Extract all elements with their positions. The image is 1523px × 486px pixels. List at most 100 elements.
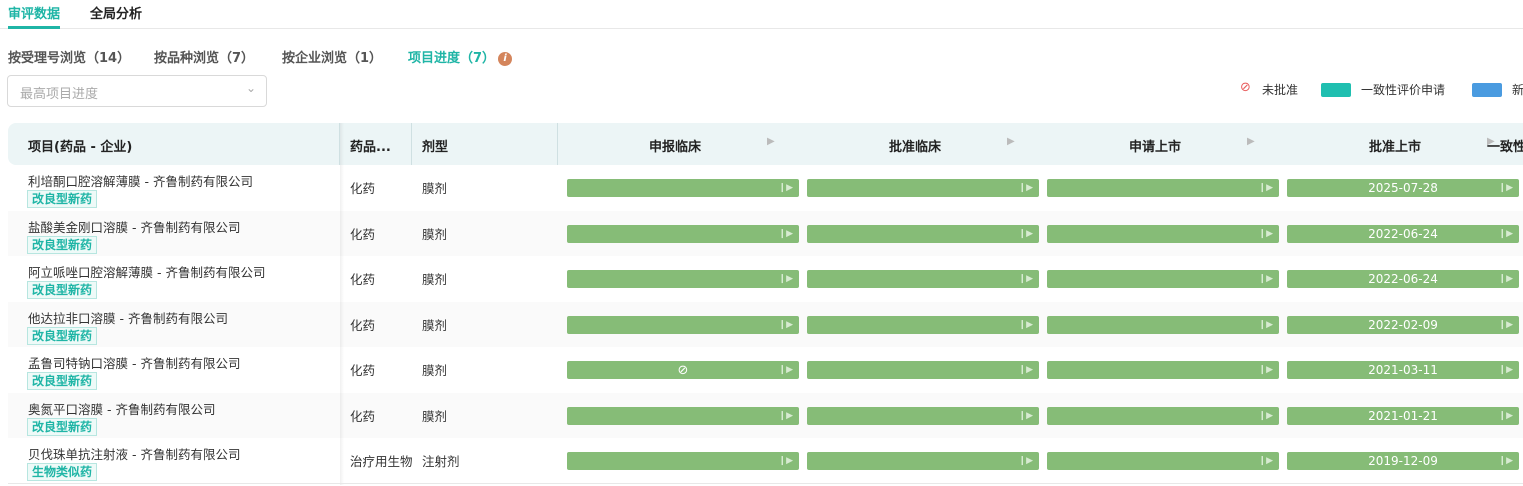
col-stage-4: 一致性 — [1487, 140, 1523, 155]
play-arrow-icon: ❙▶ — [1498, 319, 1513, 330]
info-icon[interactable]: i — [498, 52, 513, 66]
project-name[interactable]: 盐酸美金刚口溶膜 - 齐鲁制药有限公司 — [28, 217, 240, 236]
project-name[interactable]: 贝伐珠单抗注射液 - 齐鲁制药有限公司 — [28, 444, 240, 463]
play-arrow-icon: ❙▶ — [1258, 319, 1273, 330]
col-stage-3: 批准上市 — [1368, 140, 1422, 155]
category-tag: 改良型新药 — [27, 235, 98, 254]
col-stage-1: 批准临床 — [888, 140, 942, 155]
dosage-form: 膜剂 — [422, 317, 448, 333]
fixed-column-shadow — [340, 123, 344, 485]
col-dosage[interactable]: 剂型 — [422, 136, 448, 155]
ban-icon: ⊘ — [677, 363, 689, 378]
category-tag: 改良型新药 — [27, 372, 98, 390]
subtab-by-company[interactable]: 按企业浏览（1） — [282, 47, 382, 66]
select-placeholder: 最高项目进度 — [20, 87, 99, 102]
progress-bar-stage-2[interactable]: ❙▶ — [1047, 224, 1279, 243]
progress-bar-stage-0[interactable]: ❙▶ — [567, 315, 799, 334]
legend-label-consistency: 一致性评价申请 — [1361, 83, 1446, 97]
dosage-form: 膜剂 — [422, 363, 448, 378]
progress-bar-stage-1[interactable]: ❙▶ — [807, 452, 1039, 470]
progress-bar-stage-0[interactable]: ❙▶ — [567, 224, 799, 243]
table-row[interactable]: 盐酸美金刚口溶膜 - 齐鲁制药有限公司 改良型新药 化药 膜剂 ❙▶ ❙▶ ❙▶ 20… — [8, 210, 1523, 256]
dosage-form: 膜剂 — [422, 272, 448, 287]
progress-bar-stage-3[interactable]: 2022-06-24 ❙▶ — [1287, 224, 1519, 243]
table-row[interactable]: 孟鲁司特钠口溶膜 - 齐鲁制药有限公司 改良型新药 化药 膜剂 ⊘ ❙▶ ❙▶ ❙▶ 2… — [8, 347, 1523, 393]
project-name[interactable]: 奥氮平口溶膜 - 齐鲁制药有限公司 — [28, 399, 215, 418]
progress-bar-stage-3[interactable]: 2021-01-21 ❙▶ — [1287, 406, 1519, 425]
play-arrow-icon: ❙▶ — [1498, 228, 1513, 239]
play-arrow-icon: ❙▶ — [1018, 456, 1033, 466]
play-arrow-icon: ❙▶ — [1018, 183, 1033, 193]
progress-bar-stage-3[interactable]: 2019-12-09 ❙▶ — [1287, 452, 1519, 470]
subtab-by-acceptance[interactable]: 按受理号浏览（14） — [8, 47, 130, 66]
ban-icon: ⊘ — [1240, 80, 1251, 95]
dosage-form: 注射剂 — [422, 454, 460, 469]
table-row[interactable]: 奥氮平口溶膜 - 齐鲁制药有限公司 改良型新药 化药 膜剂 ❙▶ ❙▶ ❙▶ 2021… — [8, 392, 1523, 438]
divider — [411, 123, 412, 165]
table-bottom-border — [8, 483, 1523, 484]
subtab-by-variety[interactable]: 按品种浏览（7） — [154, 47, 254, 66]
col-stage-2: 申请上市 — [1128, 140, 1182, 155]
table-header: 项目(药品 - 企业) 药品... 剂型 申报临床 ▶ 批准临床 ▶ 申请上市 ▶ 批准上市… — [8, 123, 1523, 165]
tab-review-data[interactable]: 审评数据 — [8, 3, 61, 29]
play-arrow-icon: ❙▶ — [1258, 274, 1273, 284]
progress-bar-stage-3[interactable]: 2022-06-24 ❙▶ — [1287, 270, 1519, 288]
play-arrow-icon: ❙▶ — [1258, 183, 1273, 193]
stage-date: 2022-06-24 — [1368, 272, 1438, 286]
progress-bar-stage-1[interactable]: ❙▶ — [807, 270, 1039, 288]
play-arrow-icon: ❙▶ — [778, 410, 793, 421]
progress-bar-stage-1[interactable]: ❙▶ — [807, 406, 1039, 425]
subtab-project-progress[interactable]: 项目进度（7） i — [408, 47, 513, 66]
progress-bar-stage-0[interactable]: ❙▶ — [567, 406, 799, 425]
table-row[interactable]: 阿立哌唑口腔溶解薄膜 - 齐鲁制药有限公司 改良型新药 化药 膜剂 ❙▶ ❙▶ ❙▶… — [8, 256, 1523, 302]
category-tag: 改良型新药 — [27, 190, 98, 208]
play-arrow-icon: ❙▶ — [1498, 365, 1513, 375]
main-tabs: 审评数据 全局分析 — [0, 0, 1523, 29]
progress-bar-stage-3[interactable]: 2022-02-09 ❙▶ — [1287, 315, 1519, 334]
drug-type: 化药 — [350, 272, 376, 287]
col-drug-type[interactable]: 药品... — [350, 136, 391, 155]
play-arrow-icon: ❙▶ — [778, 365, 793, 375]
play-arrow-icon: ❙▶ — [1018, 410, 1033, 421]
stage-arrow-icon: ▶ — [767, 136, 775, 147]
legend-label-rejected: 未批准 — [1262, 83, 1299, 97]
progress-filter-select[interactable]: 最高项目进度 ⌄ — [7, 75, 267, 107]
category-tag: 生物类似药 — [27, 463, 98, 481]
tab-global-analysis[interactable]: 全局分析 — [90, 3, 142, 22]
category-tag: 改良型新药 — [27, 281, 98, 299]
play-arrow-icon: ❙▶ — [778, 228, 793, 239]
progress-bar-stage-0[interactable]: ⊘ ❙▶ — [567, 361, 799, 379]
progress-bar-stage-1[interactable]: ❙▶ — [807, 224, 1039, 243]
project-name[interactable]: 利培酮口腔溶解薄膜 - 齐鲁制药有限公司 — [28, 171, 253, 190]
project-name[interactable]: 他达拉非口溶膜 - 齐鲁制药有限公司 — [28, 308, 228, 327]
progress-bar-stage-2[interactable]: ❙▶ — [1047, 452, 1279, 470]
subtab-label: 项目进度（7） — [408, 51, 496, 66]
progress-bar-stage-1[interactable]: ❙▶ — [807, 179, 1039, 197]
col-stage-0: 申报临床 — [648, 140, 702, 155]
progress-bar-stage-1[interactable]: ❙▶ — [807, 315, 1039, 334]
dosage-form: 膜剂 — [422, 408, 448, 424]
progress-bar-stage-2[interactable]: ❙▶ — [1047, 406, 1279, 425]
table-row[interactable]: 利培酮口腔溶解薄膜 - 齐鲁制药有限公司 改良型新药 化药 膜剂 ❙▶ ❙▶ ❙▶ 2… — [8, 165, 1523, 211]
chevron-down-icon: ⌄ — [245, 81, 256, 95]
stage-date: 2019-12-09 — [1368, 454, 1438, 468]
project-name[interactable]: 阿立哌唑口腔溶解薄膜 - 齐鲁制药有限公司 — [28, 262, 265, 281]
progress-bar-stage-2[interactable]: ❙▶ — [1047, 270, 1279, 288]
progress-bar-stage-3[interactable]: 2021-03-11 ❙▶ — [1287, 361, 1519, 379]
progress-bar-stage-2[interactable]: ❙▶ — [1047, 315, 1279, 334]
progress-bar-stage-0[interactable]: ❙▶ — [567, 179, 799, 197]
play-arrow-icon: ❙▶ — [1258, 365, 1273, 375]
progress-bar-stage-2[interactable]: ❙▶ — [1047, 361, 1279, 379]
play-arrow-icon: ❙▶ — [1498, 410, 1513, 421]
progress-bar-stage-0[interactable]: ❙▶ — [567, 270, 799, 288]
progress-bar-stage-0[interactable]: ❙▶ — [567, 452, 799, 470]
table-row[interactable]: 贝伐珠单抗注射液 - 齐鲁制药有限公司 生物类似药 治疗用生物 注射剂 ❙▶ ❙▶… — [8, 438, 1523, 484]
drug-type: 治疗用生物 — [350, 454, 412, 469]
progress-bar-stage-1[interactable]: ❙▶ — [807, 361, 1039, 379]
progress-bar-stage-3[interactable]: 2025-07-28 ❙▶ — [1287, 179, 1519, 197]
table-row[interactable]: 他达拉非口溶膜 - 齐鲁制药有限公司 改良型新药 化药 膜剂 ❙▶ ❙▶ ❙▶ 202… — [8, 301, 1523, 347]
category-tag: 改良型新药 — [27, 417, 98, 436]
project-name[interactable]: 孟鲁司特钠口溶膜 - 齐鲁制药有限公司 — [28, 353, 240, 372]
col-project[interactable]: 项目(药品 - 企业) — [28, 136, 132, 155]
progress-bar-stage-2[interactable]: ❙▶ — [1047, 179, 1279, 197]
